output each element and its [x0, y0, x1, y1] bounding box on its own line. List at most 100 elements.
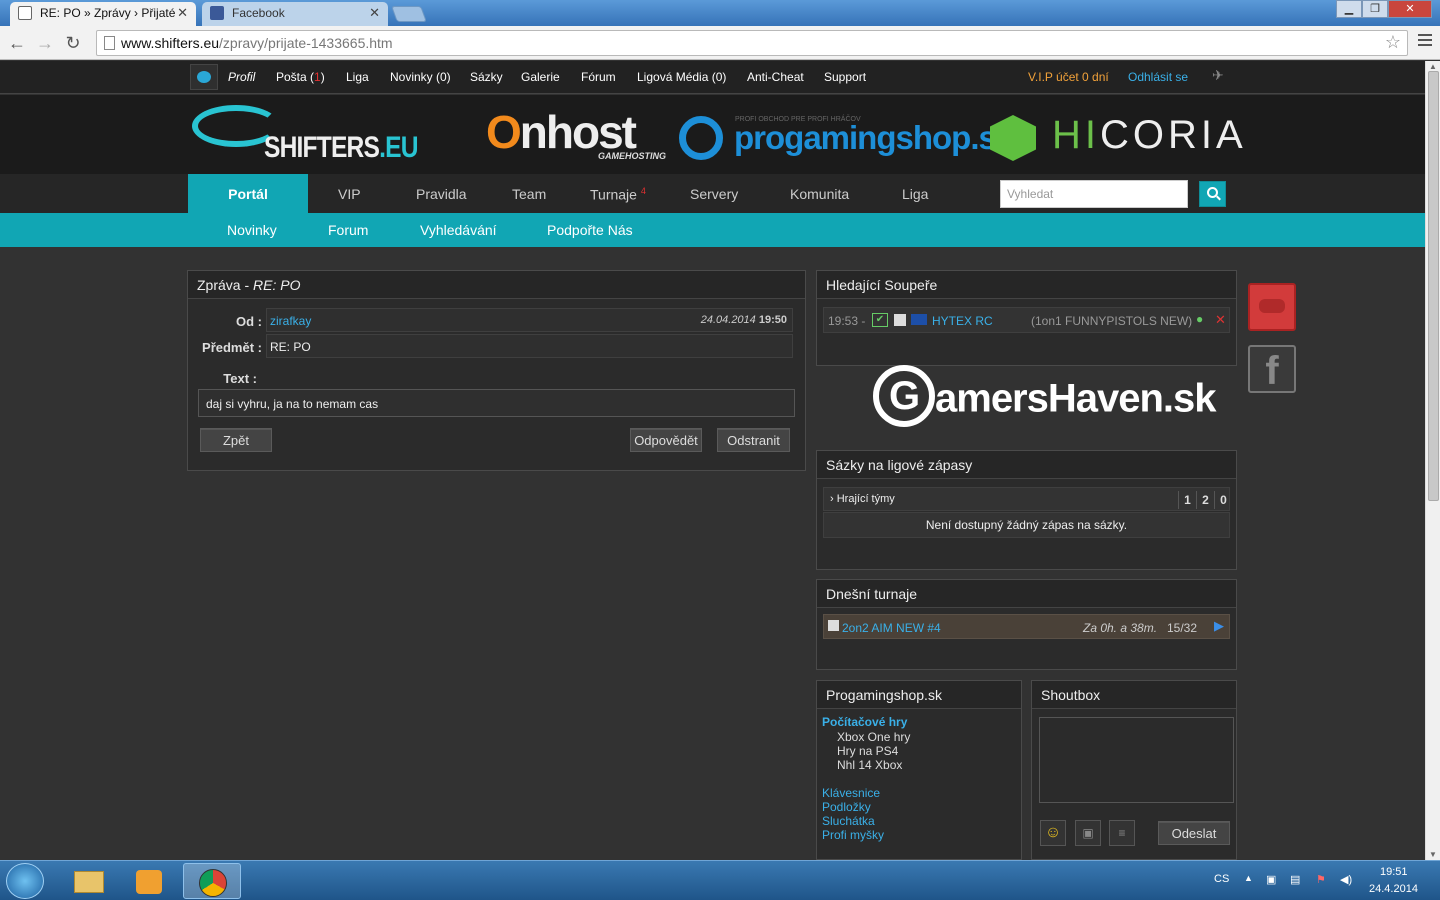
nav-team[interactable]: Team	[512, 186, 546, 202]
search-button[interactable]	[1199, 181, 1226, 207]
decline-icon[interactable]: ✕	[1215, 312, 1226, 328]
shop-category-link[interactable]: Počítačové hry	[822, 715, 907, 729]
topnav-anti-cheat[interactable]: Anti-Cheat	[747, 70, 804, 84]
nav-turnaje[interactable]: Turnaje 4	[590, 186, 646, 203]
volume-icon[interactable]: ◀)	[1340, 873, 1352, 886]
maximize-icon[interactable]: ❐	[1362, 0, 1388, 18]
tray-app-icon[interactable]: ▣	[1266, 873, 1276, 886]
topnav-mail[interactable]: Pošta (1)	[276, 70, 325, 84]
topnav-profile[interactable]: Profil	[228, 70, 255, 84]
nav-komunita[interactable]: Komunita	[790, 186, 849, 202]
hicoria-logo[interactable]: HICORIA	[1052, 113, 1247, 158]
close-tab-icon[interactable]: ✕	[177, 5, 188, 21]
address-bar[interactable]: www.shifters.eu/zpravy/prijate-1433665.h…	[96, 30, 1408, 56]
vertical-scrollbar[interactable]: ▲ ▼	[1425, 61, 1440, 860]
mail-count: 1	[314, 70, 321, 84]
facebook-favicon-icon	[210, 6, 224, 20]
browser-menu-icon[interactable]	[1418, 34, 1432, 49]
delete-button[interactable]: Odstranit	[717, 428, 790, 452]
opponent-team-link[interactable]: HYTEX RC	[932, 314, 993, 328]
shoutbox-textarea[interactable]	[1039, 717, 1234, 803]
turnaje-badge: 4	[640, 186, 646, 196]
tab-shifters[interactable]: RE: PO » Zprávy › Přijaté ✕	[10, 2, 196, 26]
scrollbar-thumb[interactable]	[1428, 71, 1439, 501]
minimize-icon[interactable]: ▁	[1336, 0, 1362, 18]
topnav-liga[interactable]: Liga	[346, 70, 369, 84]
scroll-up-icon[interactable]: ▲	[1429, 62, 1437, 71]
nav-portal[interactable]: Portál	[188, 174, 308, 213]
nav-liga[interactable]: Liga	[902, 186, 928, 202]
image-icon[interactable]: ▣	[1075, 820, 1101, 846]
tournament-row[interactable]: 2on2 AIM NEW #4 Za 0h. a 38m. 15/32 ▶	[823, 614, 1230, 639]
vip-account[interactable]: V.I.P účet 0 dní	[1028, 70, 1109, 84]
tournament-slots: 15/32	[1167, 621, 1198, 635]
nav-pravidla[interactable]: Pravidla	[416, 186, 467, 202]
back-arrow-icon[interactable]: ←	[6, 32, 28, 54]
back-button[interactable]: Zpět	[200, 428, 272, 452]
bets-col-1: 1	[1178, 491, 1196, 509]
logout-link[interactable]: Odhlásit se	[1128, 70, 1188, 84]
flag-icon	[911, 314, 927, 325]
shop-game-link[interactable]: Nhl 14 Xbox	[837, 758, 902, 772]
send-shout-button[interactable]: Odeslat	[1158, 821, 1230, 845]
start-button-icon[interactable]	[6, 863, 44, 899]
reply-button[interactable]: Odpovědět	[630, 428, 702, 452]
search-input[interactable]: Vyhledat	[1000, 180, 1188, 208]
shop-link[interactable]: Profi myšky	[822, 828, 884, 842]
subnav-forum[interactable]: Forum	[328, 222, 368, 238]
shop-game-link[interactable]: Xbox One hry	[837, 730, 910, 744]
clock-time[interactable]: 19:51	[1380, 866, 1408, 878]
reload-icon[interactable]: ↻	[62, 32, 84, 54]
topnav-forum[interactable]: Fórum	[581, 70, 616, 84]
gamepad-icon[interactable]	[1248, 283, 1296, 331]
close-tab-icon[interactable]: ✕	[369, 5, 380, 21]
tab-facebook[interactable]: Facebook ✕	[202, 2, 388, 26]
nav-vip[interactable]: VIP	[338, 186, 361, 202]
play-arrow-icon[interactable]: ▶	[1214, 618, 1224, 634]
shifters-logo[interactable]: SHIFTERS.EU	[192, 101, 418, 167]
page-icon	[104, 36, 115, 50]
forward-arrow-icon[interactable]: →	[34, 32, 56, 54]
accept-icon[interactable]: ●	[1196, 312, 1203, 326]
gamershaven-logo[interactable]: GamersHaven.sk	[873, 365, 1217, 427]
onhost-subtitle: GAMEHOSTING	[598, 151, 667, 161]
scroll-down-icon[interactable]: ▼	[1429, 850, 1437, 859]
smiley-icon[interactable]: ☺	[1040, 820, 1066, 846]
new-tab-button[interactable]	[391, 6, 427, 22]
explorer-icon[interactable]	[60, 863, 118, 899]
tournament-name-link[interactable]: 2on2 AIM NEW #4	[842, 621, 941, 635]
bookmark-star-icon[interactable]: ☆	[1385, 32, 1401, 53]
bets-header: Sázky na ligové zápasy	[817, 451, 1236, 479]
clock-date[interactable]: 24.4.2014	[1369, 883, 1418, 895]
tray-expand-icon[interactable]: ▲	[1244, 873, 1253, 883]
language-indicator[interactable]: CS	[1214, 873, 1229, 885]
text-format-icon[interactable]: ≡	[1109, 820, 1135, 846]
topnav-support[interactable]: Support	[824, 70, 866, 84]
checkbox-icon[interactable]: ✔	[872, 313, 888, 327]
sender-link[interactable]: zirafkay	[270, 314, 311, 328]
shop-game-link[interactable]: Hry na PS4	[837, 744, 898, 758]
media-player-icon[interactable]	[120, 863, 178, 899]
subnav-vyhledavani[interactable]: Vyhledávání	[420, 222, 497, 238]
shifters-small-logo[interactable]	[190, 64, 218, 90]
shop-link[interactable]: Sluchátka	[822, 814, 875, 828]
topnav-sazky[interactable]: Sázky	[470, 70, 503, 84]
subnav-podporte-nas[interactable]: Podpořte Nás	[547, 222, 633, 238]
pin-icon[interactable]: ✈	[1212, 67, 1224, 84]
action-center-icon[interactable]: ⚑	[1316, 873, 1326, 886]
chrome-icon[interactable]	[183, 863, 241, 899]
shop-link[interactable]: Podložky	[822, 800, 871, 814]
progamingshop-icon[interactable]	[679, 116, 723, 160]
topnav-novinky[interactable]: Novinky (0)	[390, 70, 451, 84]
topnav-galerie[interactable]: Galerie	[521, 70, 560, 84]
subnav-novinky[interactable]: Novinky	[227, 222, 277, 238]
network-icon[interactable]: ▤	[1290, 873, 1300, 886]
progamingshop-logo[interactable]: progamingshop.sk	[734, 119, 1014, 157]
facebook-icon[interactable]: f	[1248, 345, 1296, 393]
media-shape	[136, 870, 162, 894]
shop-link[interactable]: Klávesnice	[822, 786, 880, 800]
nav-servery[interactable]: Servery	[690, 186, 738, 202]
close-window-icon[interactable]: ✕	[1388, 0, 1432, 18]
topnav-ligova-media[interactable]: Ligová Média (0)	[637, 70, 726, 84]
onhost-logo[interactable]: Onhost GAMEHOSTING	[486, 105, 666, 161]
